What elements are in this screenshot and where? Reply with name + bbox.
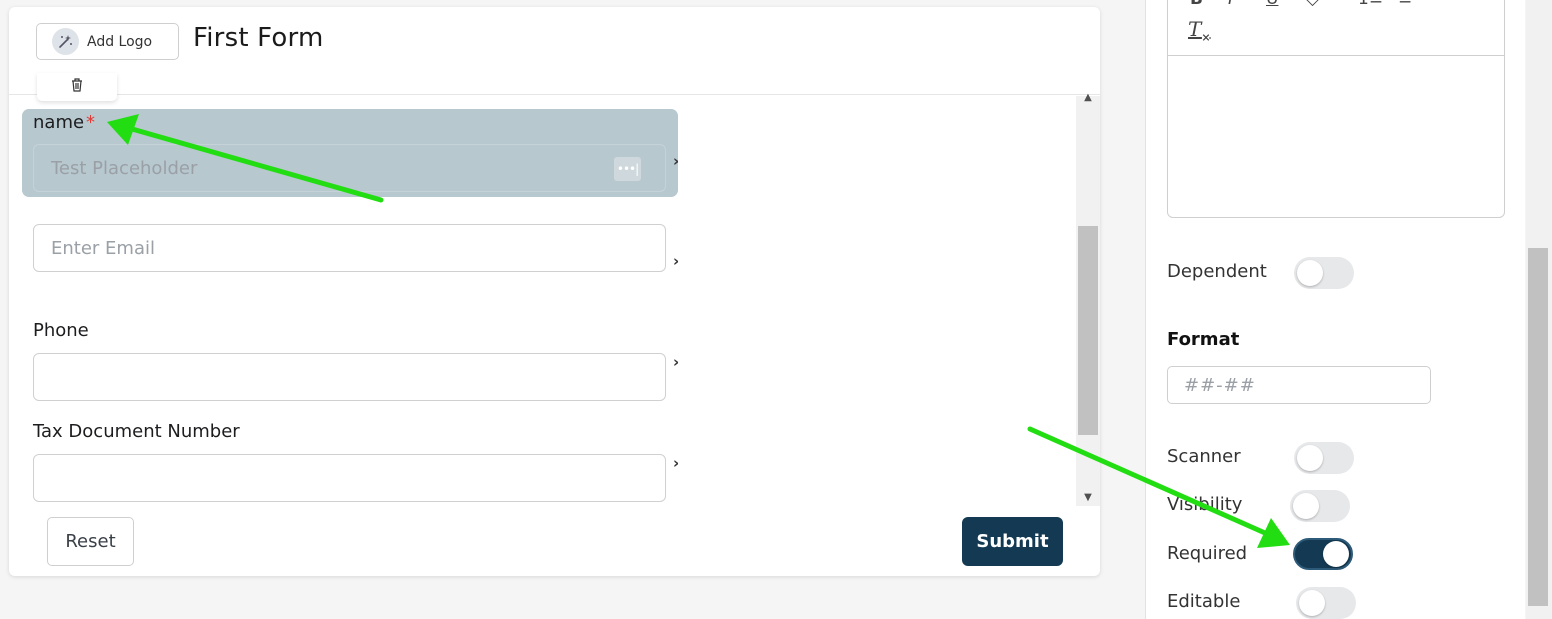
reset-button[interactable]: Reset (47, 517, 134, 566)
field-phone[interactable]: Phone (22, 320, 678, 402)
dependent-label: Dependent (1167, 261, 1267, 282)
format-input-placeholder: ##-## (1184, 374, 1256, 396)
form-title: First Form (193, 23, 324, 53)
visibility-toggle[interactable] (1290, 490, 1350, 522)
tax-document-input[interactable] (33, 454, 666, 502)
format-heading: Format (1167, 329, 1240, 350)
editable-label: Editable (1167, 591, 1241, 612)
field-label: Tax Document Number (33, 421, 240, 442)
required-label: Required (1167, 543, 1248, 564)
page-scrollbar-thumb[interactable] (1528, 248, 1548, 606)
editable-toggle[interactable] (1296, 587, 1356, 619)
email-input-placeholder: Enter Email (51, 237, 155, 259)
rich-text-editor[interactable]: B I U ◇ 1≡ ≡ T× (1167, 0, 1505, 218)
form-scrollbar-thumb[interactable] (1078, 226, 1098, 435)
field-options-badge[interactable]: •••| (614, 157, 641, 181)
visibility-label: Visibility (1167, 494, 1243, 515)
chevron-right-icon[interactable]: › (673, 252, 679, 270)
trash-icon (70, 77, 84, 97)
clear-format-icon[interactable]: T× (1188, 17, 1211, 44)
name-input-placeholder: Test Placeholder (51, 157, 198, 179)
chevron-right-icon[interactable]: › (673, 353, 679, 371)
delete-field-button[interactable] (37, 73, 117, 101)
required-toggle[interactable] (1293, 538, 1353, 570)
field-email[interactable]: Enter Email (22, 224, 678, 274)
bullet-list-icon[interactable]: ≡ (1398, 0, 1412, 9)
scroll-up-icon[interactable]: ▲ (1081, 92, 1095, 103)
submit-button[interactable]: Submit (962, 517, 1063, 566)
chevron-right-icon[interactable]: › (673, 454, 679, 472)
required-asterisk: * (86, 112, 96, 133)
chevron-right-icon[interactable]: › (673, 152, 679, 170)
scroll-down-icon[interactable]: ▼ (1081, 492, 1095, 503)
ordered-list-icon[interactable]: 1≡ (1358, 0, 1383, 9)
italic-icon[interactable]: I (1228, 0, 1233, 9)
add-logo-button[interactable]: Add Logo (36, 23, 179, 60)
field-label: name * (33, 112, 96, 133)
phone-input[interactable] (33, 353, 666, 401)
add-logo-label: Add Logo (87, 33, 153, 50)
email-input[interactable]: Enter Email (33, 224, 666, 272)
field-name[interactable]: name * Test Placeholder •••| (22, 109, 678, 197)
scanner-label: Scanner (1167, 446, 1241, 467)
rich-text-toolbar: B I U ◇ 1≡ ≡ T× (1168, 0, 1504, 56)
form-body: name * Test Placeholder •••| › Enter Emai… (9, 92, 1100, 506)
form-header: Add Logo First Form (9, 7, 1100, 95)
field-settings-panel: B I U ◇ 1≡ ≡ T× Dependent Format ##-## S… (1145, 0, 1525, 619)
link-icon[interactable]: ◇ (1306, 0, 1319, 9)
underline-icon[interactable]: U (1266, 0, 1278, 9)
form-card: Add Logo First Form name * Test Placehold… (9, 7, 1100, 576)
name-input[interactable]: Test Placeholder •••| (33, 144, 666, 192)
field-tax-document-number[interactable]: Tax Document Number (22, 421, 678, 503)
format-input[interactable]: ##-## (1167, 366, 1431, 404)
dependent-toggle[interactable] (1294, 257, 1354, 289)
bold-icon[interactable]: B (1190, 0, 1203, 9)
scanner-toggle[interactable] (1294, 442, 1354, 474)
wand-icon (52, 28, 79, 55)
field-label: Phone (33, 320, 89, 341)
